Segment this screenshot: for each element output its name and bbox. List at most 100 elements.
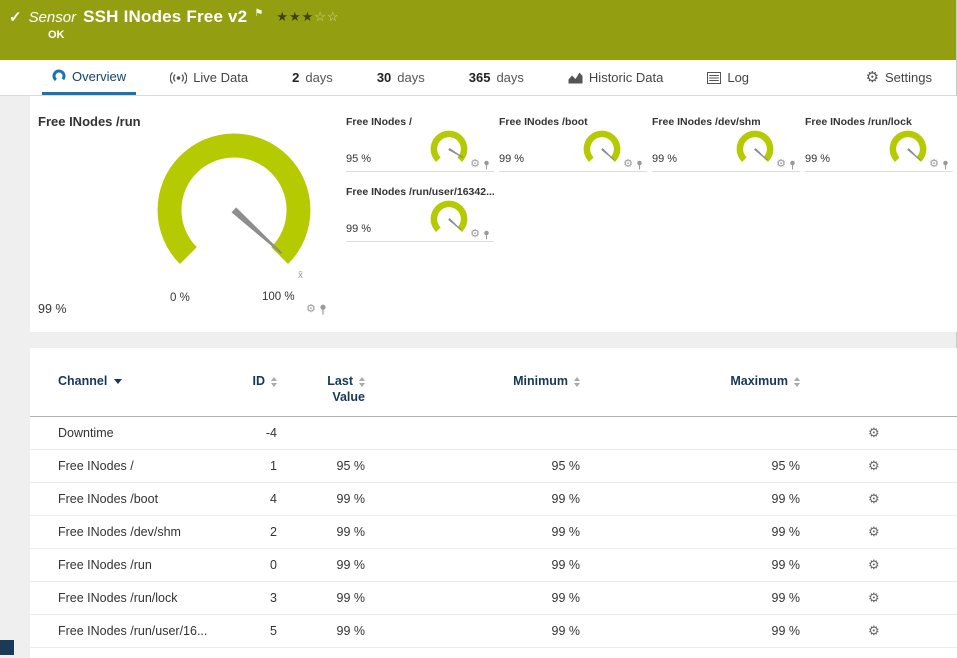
tab-label: days: [305, 70, 333, 85]
col-header-label: ID: [252, 374, 266, 388]
channel-maximum: 99 %: [771, 558, 801, 572]
channel-settings-gear-icon[interactable]: ⚙: [868, 623, 880, 638]
priority-stars[interactable]: ★★★☆☆: [276, 9, 339, 25]
tab-30-days[interactable]: 30 days: [367, 60, 435, 95]
historic-chart-icon: [568, 72, 583, 84]
mini-gauge-chart[interactable]: [426, 196, 472, 242]
mini-gauge-grid: Free INodes / 95 % ⚙ Free INodes /boot 9…: [346, 116, 953, 242]
mini-gauge-value: 99 %: [499, 153, 525, 165]
channel-id: 3: [270, 591, 277, 605]
gear-icon[interactable]: ⚙: [470, 229, 480, 240]
tab-live-data[interactable]: Live Data: [160, 60, 258, 95]
col-header-id[interactable]: ID: [233, 374, 277, 388]
mini-gauge-run-user[interactable]: Free INodes /run/user/16342... 99 % ⚙: [346, 186, 494, 242]
tab-2-days[interactable]: 2 days: [282, 60, 343, 95]
gauge-min-label: 0 %: [170, 292, 190, 304]
channel-maximum: 99 %: [771, 492, 801, 506]
col-header-channel[interactable]: Channel: [58, 374, 233, 388]
channel-name[interactable]: Free INodes /dev/shm: [58, 525, 233, 539]
table-row-free-inodes-run[interactable]: Free INodes /run 0 99 % 99 % 99 % ⚙: [30, 549, 957, 582]
settings-gear-icon: ⚙: [865, 69, 880, 86]
channel-settings-gear-icon[interactable]: ⚙: [868, 425, 880, 440]
channel-maximum: 99 %: [771, 591, 801, 605]
object-type-label: Sensor: [28, 8, 77, 26]
table-header-row: Channel ID Last Value Minimum Maximum: [30, 348, 957, 417]
stars-empty[interactable]: ☆☆: [314, 9, 339, 24]
mini-gauge-chart[interactable]: [426, 126, 472, 172]
channel-id: 2: [270, 525, 277, 539]
channel-name[interactable]: Free INodes /: [58, 459, 233, 473]
channel-id: -4: [265, 426, 277, 440]
table-row-free-inodes-run-user[interactable]: Free INodes /run/user/16... 5 99 % 99 % …: [30, 615, 957, 648]
priority-flag-icon[interactable]: ⚑: [254, 8, 263, 19]
pin-icon[interactable]: [942, 160, 949, 170]
channel-minimum: 95 %: [551, 459, 581, 473]
mini-gauge-chart[interactable]: [885, 126, 931, 172]
pin-icon[interactable]: [789, 160, 796, 170]
mini-gauge-chart[interactable]: [732, 126, 778, 172]
channel-name[interactable]: Free INodes /run/lock: [58, 591, 233, 605]
col-header-maximum[interactable]: Maximum: [580, 374, 800, 388]
table-row-free-inodes-run-lock[interactable]: Free INodes /run/lock 3 99 % 99 % 99 % ⚙: [30, 582, 957, 615]
table-row-free-inodes-dev-shm[interactable]: Free INodes /dev/shm 2 99 % 99 % 99 % ⚙: [30, 516, 957, 549]
tab-number: 30: [376, 70, 392, 85]
tab-365-days[interactable]: 365 days: [459, 60, 534, 95]
tab-overview[interactable]: Overview: [42, 60, 137, 95]
mini-gauge-chart[interactable]: [579, 126, 625, 172]
channel-id: 5: [270, 624, 277, 638]
gear-icon[interactable]: ⚙: [470, 159, 480, 170]
channel-settings-gear-icon[interactable]: ⚙: [868, 524, 880, 539]
pin-icon[interactable]: [636, 160, 643, 170]
table-row-free-inodes-boot[interactable]: Free INodes /boot 4 99 % 99 % 99 % ⚙: [30, 483, 957, 516]
mini-gauge-root[interactable]: Free INodes / 95 % ⚙: [346, 116, 494, 172]
stars-filled[interactable]: ★★★: [276, 9, 314, 24]
gear-icon[interactable]: ⚙: [929, 159, 939, 170]
sort-icon: [794, 376, 800, 387]
channel-settings-gear-icon[interactable]: ⚙: [868, 590, 880, 605]
tab-settings[interactable]: ⚙ Settings: [856, 60, 942, 95]
col-header-label: Minimum: [513, 374, 568, 388]
tab-log[interactable]: Log: [697, 60, 759, 95]
channel-settings-gear-icon[interactable]: ⚙: [868, 458, 880, 473]
col-header-label: Maximum: [730, 374, 788, 388]
col-header-label: Last: [327, 374, 353, 388]
channel-table-panel: Channel ID Last Value Minimum Maximum Do…: [30, 348, 957, 658]
mini-gauge-dev-shm[interactable]: Free INodes /dev/shm 99 % ⚙: [652, 116, 800, 172]
col-header-last-value[interactable]: Last Value: [277, 374, 365, 404]
pin-icon[interactable]: [483, 230, 490, 240]
channel-id: 1: [270, 459, 277, 473]
tab-bar: Overview Live Data 2 days 30 days 365 da…: [0, 60, 956, 96]
gear-icon[interactable]: ⚙: [776, 159, 786, 170]
channel-name[interactable]: Free INodes /run: [58, 558, 233, 572]
mini-gauge-value: 99 %: [652, 153, 678, 165]
gear-icon[interactable]: ⚙: [623, 159, 633, 170]
mini-gauge-value: 99 %: [805, 153, 831, 165]
mini-gauge-actions: ⚙: [776, 159, 796, 170]
channel-name[interactable]: Free INodes /run/user/16...: [58, 624, 233, 638]
channel-minimum: 99 %: [551, 525, 581, 539]
gear-icon[interactable]: ⚙: [306, 304, 316, 315]
pin-icon[interactable]: [483, 160, 490, 170]
channel-last-value: 99 %: [336, 525, 366, 539]
col-header-minimum[interactable]: Minimum: [365, 374, 580, 388]
status-check-icon: ✓: [9, 9, 22, 26]
mini-gauge-run-lock[interactable]: Free INodes /run/lock 99 % ⚙: [805, 116, 953, 172]
table-row-downtime[interactable]: Downtime -4 ⚙: [30, 417, 957, 450]
tab-label: Historic Data: [588, 70, 664, 85]
channel-name[interactable]: Downtime: [58, 426, 233, 440]
primary-gauge-title: Free INodes /run: [38, 114, 141, 129]
channel-maximum: 99 %: [771, 525, 801, 539]
channel-name[interactable]: Free INodes /boot: [58, 492, 233, 506]
pin-icon[interactable]: [319, 304, 327, 315]
tab-label: Settings: [885, 70, 932, 85]
mini-gauge-boot[interactable]: Free INodes /boot 99 % ⚙: [499, 116, 647, 172]
table-row-free-inodes-root[interactable]: Free INodes / 1 95 % 95 % 95 % ⚙: [30, 450, 957, 483]
primary-gauge-chart[interactable]: [148, 124, 320, 296]
tab-number: 365: [468, 70, 491, 85]
tab-historic-data[interactable]: Historic Data: [558, 60, 673, 95]
overview-gauge-icon: [52, 69, 66, 83]
channel-settings-gear-icon[interactable]: ⚙: [868, 557, 880, 572]
mini-gauge-actions: ⚙: [470, 229, 490, 240]
channel-settings-gear-icon[interactable]: ⚙: [868, 491, 880, 506]
live-data-broadcast-icon: [170, 71, 188, 84]
